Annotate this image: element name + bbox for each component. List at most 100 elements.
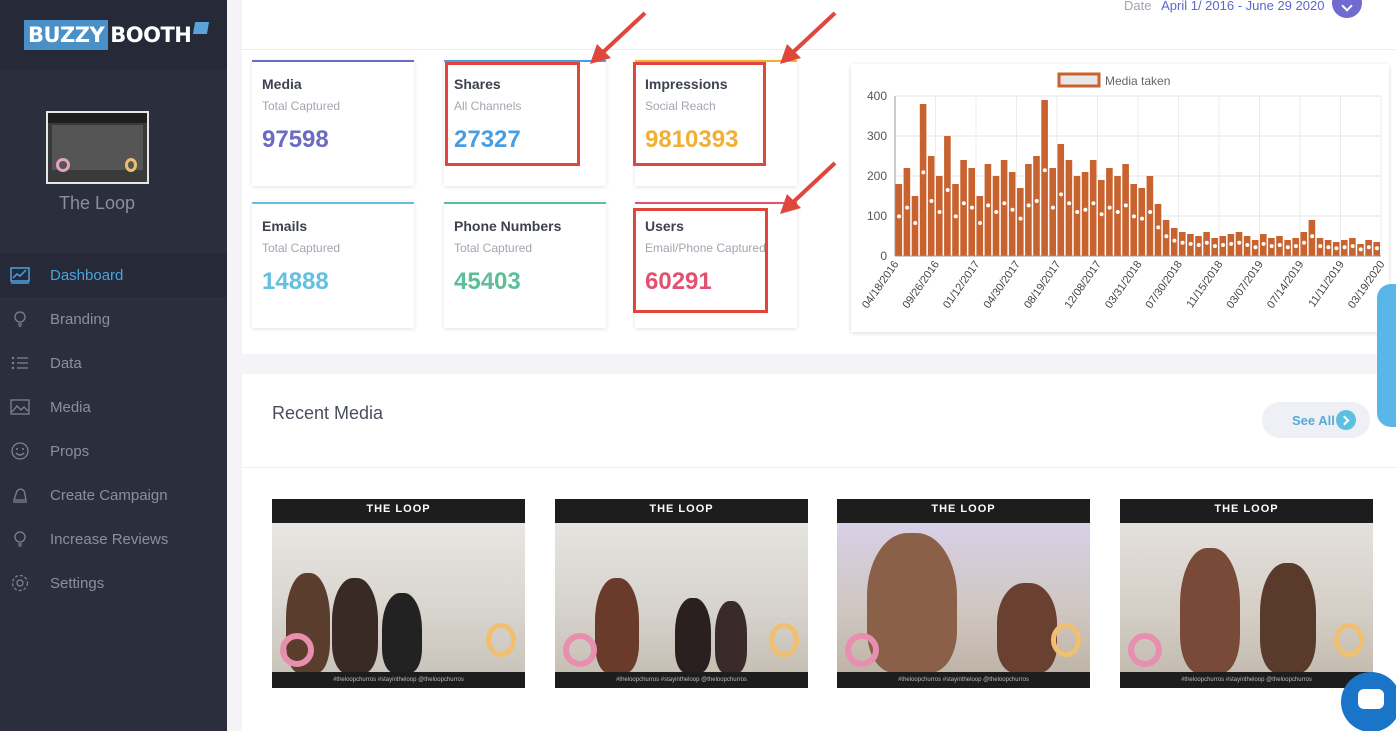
chart-point: [1357, 246, 1364, 253]
see-all-label: See All: [1292, 412, 1335, 428]
chart-point: [1341, 244, 1348, 251]
chart-bar: [1017, 188, 1024, 256]
date-range-display: Date April 1/ 2016 - June 29 2020: [1124, 0, 1324, 13]
chart-bar: [984, 164, 992, 256]
feedback-side-tab[interactable]: [1377, 284, 1396, 427]
chart-bar: [1146, 176, 1154, 256]
chart-point: [1228, 241, 1234, 247]
sidebar-item-label: Props: [50, 442, 90, 460]
x-tick-label: 11/15/2018: [1185, 259, 1226, 310]
sidebar-item-label: Create Campaign: [50, 486, 168, 504]
chart-point: [1204, 240, 1210, 246]
chart-bar: [1098, 180, 1105, 256]
chart-point: [1187, 241, 1194, 247]
sidebar-item-increase-reviews[interactable]: Increase Reviews: [0, 517, 227, 561]
sidebar-item-dashboard[interactable]: Dashboard: [0, 253, 227, 297]
chart-bar: [1033, 156, 1040, 256]
y-tick-label: 0: [880, 249, 887, 263]
photo-footer: #theloopchurros #stayintheloop @theloopc…: [272, 672, 525, 688]
x-tick-label: 09/26/2016: [901, 259, 942, 311]
x-tick-label: 01/12/2017: [941, 259, 982, 311]
chart-point: [1285, 244, 1291, 251]
buzzybooth-logo[interactable]: BUZZY BOOTH: [24, 20, 210, 50]
y-tick-label: 300: [867, 129, 887, 143]
chart-bar: [1106, 168, 1113, 256]
card-title: Emails: [262, 218, 308, 234]
event-thumbnail[interactable]: [46, 111, 149, 184]
photo-header: THE LOOP: [837, 499, 1090, 523]
sidebar-item-props[interactable]: Props: [0, 429, 227, 473]
legend-swatch: [1057, 72, 1101, 88]
chart-bar: [952, 184, 959, 256]
x-tick-label: 03/07/2019: [1225, 259, 1266, 311]
sidebar-item-media[interactable]: Media: [0, 385, 227, 429]
chat-bubble-icon: [1358, 689, 1384, 709]
chart-bar: [1049, 168, 1056, 256]
media-photo[interactable]: THE LOOP #theloopchurros #stayintheloop …: [837, 499, 1090, 688]
card-value: 45403: [454, 268, 521, 295]
x-tick-label: 12/08/2017: [1063, 259, 1104, 311]
chart-point: [977, 220, 983, 226]
chart-point: [1293, 243, 1299, 249]
chat-button[interactable]: [1341, 672, 1396, 731]
photo-header: THE LOOP: [1120, 499, 1373, 523]
chart-point: [1042, 167, 1048, 173]
chart-point: [1349, 243, 1356, 249]
recent-media-title: Recent Media: [272, 403, 384, 423]
chart-point: [912, 220, 919, 226]
chart-point: [1106, 204, 1113, 211]
chart-bar: [1057, 144, 1065, 256]
sidebar-item-label: Data: [50, 354, 82, 372]
x-tick-label: 04/18/2016: [860, 259, 901, 311]
chart-point: [1260, 241, 1267, 247]
red-arrow-icon: [780, 11, 837, 64]
bell-icon: [10, 485, 30, 505]
sidebar-item-data[interactable]: Data: [0, 341, 227, 385]
chart-point: [993, 209, 1000, 215]
sidebar-nav: Dashboard Branding Data Media Props Crea…: [0, 253, 227, 605]
chart-point: [1244, 242, 1251, 248]
chart-point: [1195, 242, 1202, 248]
card-subtitle: Total Captured: [454, 241, 533, 255]
chart-point: [1171, 237, 1178, 244]
chart-bar: [1065, 160, 1073, 256]
media-photo[interactable]: THE LOOP #theloopchurros #stayintheloop …: [1120, 499, 1373, 688]
y-tick-label: 200: [867, 169, 887, 183]
chart-point: [1147, 209, 1153, 215]
chart-point: [1163, 233, 1170, 240]
chart-point: [1050, 204, 1056, 211]
chart-point: [1066, 200, 1072, 207]
chart-point: [1325, 244, 1332, 251]
chart-point: [1139, 215, 1145, 222]
chart-bar: [968, 168, 975, 256]
x-tick-label: 04/30/2017: [982, 259, 1023, 311]
date-range-value[interactable]: April 1/ 2016 - June 29 2020: [1161, 0, 1324, 13]
list-icon: [10, 353, 30, 373]
sidebar-item-create-campaign[interactable]: Create Campaign: [0, 473, 227, 517]
chart-point: [1155, 224, 1162, 231]
sidebar-item-branding[interactable]: Branding: [0, 297, 227, 341]
x-tick-label: 03/31/2018: [1103, 259, 1144, 311]
chart-point: [1090, 200, 1097, 207]
photo-header: THE LOOP: [555, 499, 808, 523]
card-title: Phone Numbers: [454, 218, 562, 234]
event-name: The Loop: [58, 193, 136, 213]
media-taken-chart: Media taken 0 100 200 300 400 04/18/2016 09/26/…: [851, 64, 1389, 332]
chart-bar: [911, 196, 919, 256]
lightbulb-icon: [10, 309, 30, 329]
chart-point: [952, 213, 959, 220]
chevron-right-icon: [1336, 410, 1356, 430]
card-title: Media: [262, 76, 302, 92]
x-tick-label: 07/30/2018: [1144, 259, 1185, 311]
media-photo[interactable]: THE LOOP #theloopchurros #stayintheloop …: [555, 499, 808, 688]
see-all-button[interactable]: See All: [1262, 402, 1370, 438]
x-tick-label: 07/14/2019: [1265, 259, 1306, 311]
chart-point: [1082, 207, 1089, 213]
sidebar-item-settings[interactable]: Settings: [0, 561, 227, 605]
y-tick-label: 400: [867, 89, 887, 103]
media-photo[interactable]: THE LOOP #theloopchurros #stayintheloop …: [272, 499, 525, 688]
sidebar-item-label: Settings: [50, 574, 105, 592]
chart-bar: [936, 176, 943, 256]
logo-bar: BUZZY BOOTH: [0, 0, 227, 70]
chart-bar: [1041, 100, 1048, 256]
